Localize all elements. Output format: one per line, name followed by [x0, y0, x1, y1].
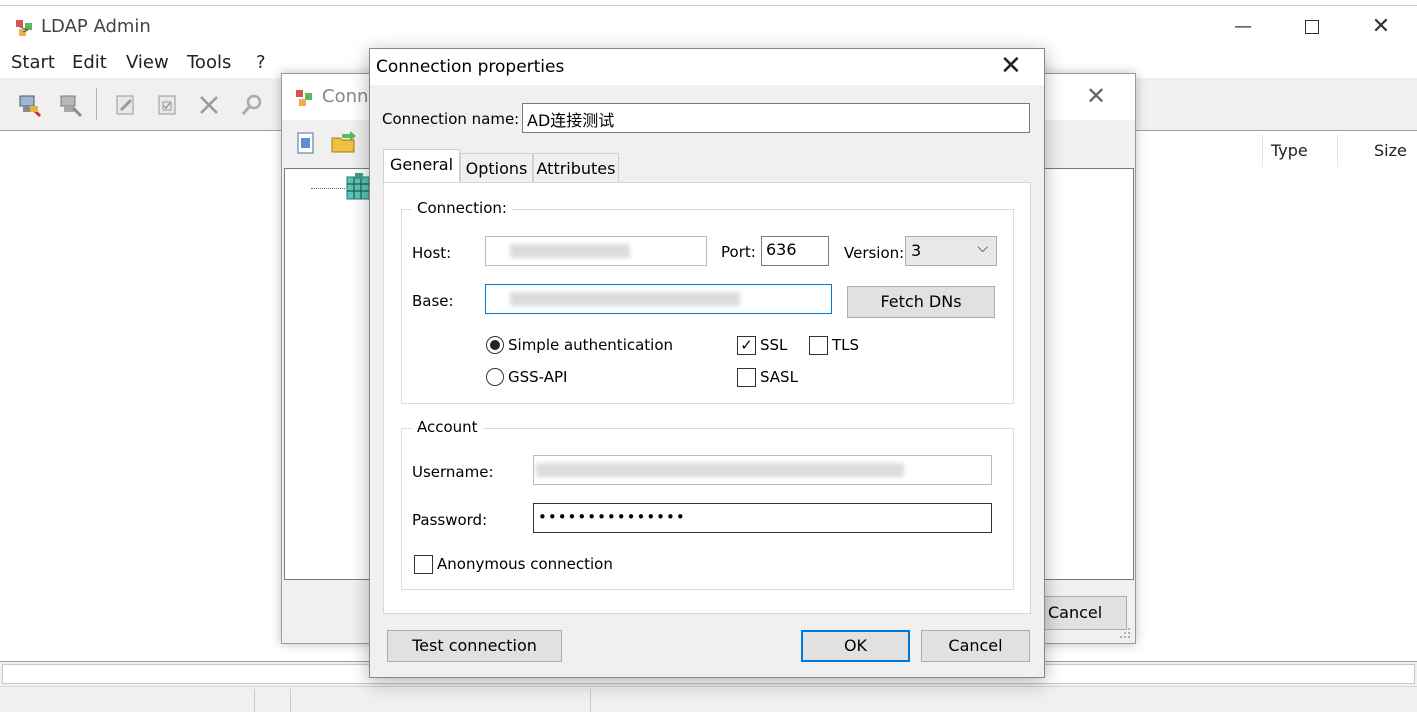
connections-close-button[interactable]: ✕: [1086, 82, 1106, 110]
toolbar-separator: [96, 88, 97, 120]
sasl-checkbox[interactable]: [737, 368, 756, 387]
tab-general[interactable]: General: [383, 149, 460, 184]
general-tab-panel: Connection: Host: Port: 636 Version: 3 ⌵…: [383, 182, 1031, 614]
open-folder-icon[interactable]: [330, 130, 358, 156]
base-input[interactable]: [485, 284, 832, 314]
menu-help[interactable]: ?: [256, 52, 266, 73]
port-label: Port:: [721, 243, 756, 261]
account-group-title: Account: [412, 418, 483, 436]
tab-attributes[interactable]: Attributes: [533, 153, 619, 183]
simple-auth-label[interactable]: Simple authentication: [508, 336, 673, 354]
column-separator: [1262, 135, 1263, 167]
maximize-icon: [1305, 20, 1319, 34]
column-separator: [1337, 135, 1338, 167]
main-titlebar: LDAP Admin — ✕: [0, 6, 1417, 48]
sasl-label[interactable]: SASL: [760, 368, 798, 386]
column-header-size[interactable]: Size: [1374, 141, 1407, 160]
version-select[interactable]: 3 ⌵: [905, 236, 997, 266]
connection-name-input[interactable]: AD连接测试: [522, 103, 1030, 133]
status-separator: [254, 689, 255, 712]
ssl-label[interactable]: SSL: [760, 336, 787, 354]
status-separator: [590, 689, 591, 712]
ssl-checkbox[interactable]: ✓: [737, 336, 756, 355]
app-title: LDAP Admin: [41, 16, 151, 37]
menu-view[interactable]: View: [126, 52, 169, 73]
close-window-button[interactable]: ✕: [1358, 12, 1404, 42]
port-input[interactable]: 636: [761, 236, 829, 266]
menu-start[interactable]: Start: [11, 52, 55, 73]
connection-group: Connection: Host: Port: 636 Version: 3 ⌵…: [401, 199, 1014, 404]
anonymous-checkbox[interactable]: [414, 555, 433, 574]
simple-auth-radio[interactable]: [486, 336, 504, 354]
cancel-button[interactable]: Cancel: [921, 630, 1030, 662]
connection-group-title: Connection:: [412, 199, 512, 217]
delete-icon[interactable]: [196, 92, 222, 118]
redacted-username: [536, 463, 904, 477]
gss-api-radio[interactable]: [486, 368, 504, 386]
version-label: Version:: [844, 244, 905, 262]
host-input[interactable]: [485, 236, 707, 266]
tab-options[interactable]: Options: [460, 153, 533, 183]
password-label: Password:: [412, 511, 488, 529]
chevron-down-icon: ⌵: [977, 240, 988, 256]
search-icon[interactable]: [239, 92, 265, 118]
tls-label[interactable]: TLS: [832, 336, 859, 354]
new-connection-icon[interactable]: [294, 130, 318, 156]
username-label: Username:: [412, 463, 494, 481]
properties-icon[interactable]: [154, 92, 180, 118]
username-input[interactable]: [533, 455, 992, 485]
column-header-type[interactable]: Type: [1271, 141, 1308, 160]
ldap-app-icon: [16, 20, 32, 36]
dialog-title: Connection properties: [376, 57, 565, 77]
tree-line: [311, 188, 345, 189]
gss-api-label[interactable]: GSS-API: [508, 368, 567, 386]
maximize-button[interactable]: [1289, 12, 1335, 42]
ok-button[interactable]: OK: [801, 630, 910, 662]
connection-properties-dialog: Connection properties ✕ Connection name:…: [369, 48, 1045, 678]
edit-icon[interactable]: [113, 92, 139, 118]
connection-name-label: Connection name:: [382, 110, 520, 128]
anonymous-label[interactable]: Anonymous connection: [437, 555, 613, 573]
dialog-close-button[interactable]: ✕: [1000, 51, 1022, 81]
account-group: Account Username: Password: ••••••••••••…: [401, 418, 1014, 590]
host-label: Host:: [412, 244, 452, 262]
redacted-host: [510, 244, 630, 258]
ldap-app-icon: [296, 90, 312, 106]
status-separator: [290, 689, 291, 712]
tls-checkbox[interactable]: [809, 336, 828, 355]
properties-titlebar: Connection properties ✕: [370, 49, 1044, 85]
disconnect-icon[interactable]: [57, 92, 83, 118]
menu-tools[interactable]: Tools: [187, 52, 231, 73]
redacted-base: [510, 292, 740, 306]
minimize-button[interactable]: —: [1220, 12, 1266, 42]
menu-edit[interactable]: Edit: [72, 52, 107, 73]
status-bar: [0, 686, 1417, 712]
resize-grip-icon[interactable]: [1119, 627, 1131, 639]
password-input[interactable]: •••••••••••••••: [533, 503, 992, 533]
fetch-dns-button[interactable]: Fetch DNs: [847, 286, 995, 318]
base-label: Base:: [412, 292, 454, 310]
version-value: 3: [911, 241, 922, 260]
test-connection-button[interactable]: Test connection: [387, 630, 562, 662]
connect-icon[interactable]: [16, 92, 42, 118]
